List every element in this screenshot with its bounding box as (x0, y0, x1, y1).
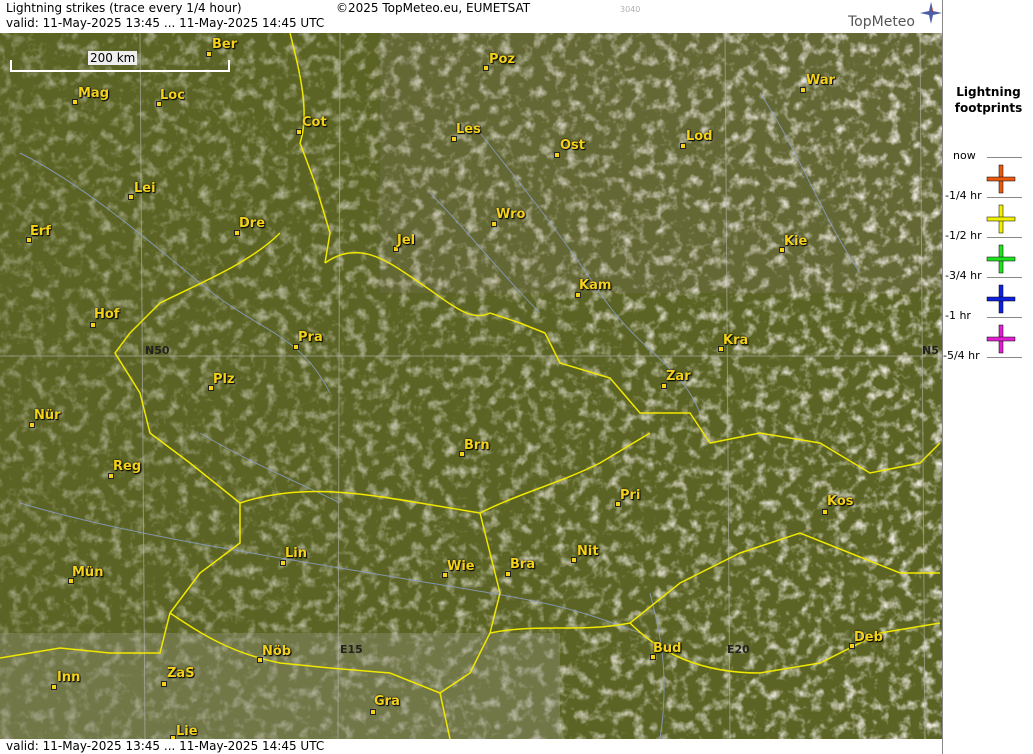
legend-label-three-quarter: -3/4 hr (945, 269, 982, 282)
map-title: Lightning strikes (trace every 1/4 hour) (6, 1, 242, 15)
city-label: Dre (239, 216, 266, 231)
city-marker (90, 322, 96, 328)
legend-panel: Lightning footprints now -1/4 hr -1/2 hr… (942, 0, 1033, 754)
city-marker (161, 681, 167, 687)
city-label: Kam (579, 278, 612, 293)
satellite-map[interactable]: 200 km N50 N5 E15 E20 Ber Poz War Mag Lo… (0, 33, 942, 739)
city-marker (370, 709, 376, 715)
city-label: Pri (620, 488, 641, 503)
legend-divider (987, 157, 1022, 158)
city-label: Nöb (262, 644, 292, 659)
compass-star-icon (920, 2, 942, 24)
grid-label-n5: N5 (922, 344, 939, 357)
valid-time-bottom: valid: 11-May-2025 13:45 ... 11-May-2025… (6, 739, 325, 753)
grid-label-n50: N50 (145, 344, 170, 357)
city-label: Lie (176, 724, 198, 739)
map-background (0, 33, 942, 739)
legend-divider (987, 277, 1022, 278)
city-label: Nit (577, 544, 599, 559)
city-label: ZaS (167, 666, 195, 681)
scale-label: 200 km (88, 51, 138, 65)
cross-yellow-icon (986, 204, 1016, 234)
copyright-text: ©2025 TopMeteo.eu, EUMETSAT (336, 1, 531, 15)
city-label: Brn (464, 438, 490, 453)
cross-green-icon (986, 244, 1016, 274)
grid-label-e15: E15 (340, 643, 363, 656)
city-label: Reg (113, 459, 142, 474)
city-label: Poz (489, 52, 516, 67)
city-label: Kos (827, 494, 854, 509)
city-label: Bud (653, 641, 682, 656)
city-label: Mag (78, 86, 110, 101)
city-label: Erf (30, 224, 51, 239)
legend-label-one-hour: -1 hr (945, 309, 971, 322)
legend-title-line1: Lightning (956, 85, 1021, 99)
city-label: Kie (784, 234, 808, 249)
city-label: Deb (854, 630, 883, 645)
topmeteo-logo[interactable]: TopMeteo (848, 14, 915, 30)
city-label: Inn (57, 670, 81, 685)
grid-label-e20: E20 (727, 643, 750, 656)
legend-label-half: -1/2 hr (945, 229, 982, 242)
legend-title: Lightning footprints (943, 84, 1033, 116)
city-label: Cot (302, 115, 327, 130)
cross-blue-icon (986, 284, 1016, 314)
city-label: Zar (666, 369, 691, 384)
city-label: Wro (496, 207, 526, 222)
legend-label-quarter: -1/4 hr (945, 189, 982, 202)
city-label: Lin (285, 546, 307, 561)
city-label: Hof (94, 307, 120, 322)
legend-label-five-quarter: -5/4 hr (943, 349, 980, 362)
legend-title-line2: footprints (954, 101, 1023, 115)
header-bar: Lightning strikes (trace every 1/4 hour)… (0, 0, 942, 33)
valid-time-top: valid: 11-May-2025 13:45 ... 11-May-2025… (6, 16, 325, 30)
city-label: Lei (134, 181, 156, 196)
city-label: Mün (72, 565, 104, 580)
cross-magenta-icon (986, 324, 1016, 354)
city-label: War (806, 73, 836, 88)
legend-divider (987, 357, 1022, 358)
city-label: Plz (213, 372, 235, 387)
footer-bar: valid: 11-May-2025 13:45 ... 11-May-2025… (0, 739, 942, 754)
city-label: Kra (723, 333, 749, 348)
map-code: 3040 (620, 5, 641, 14)
city-marker (822, 509, 828, 515)
city-label: Les (456, 122, 481, 137)
city-label: Ber (212, 37, 238, 52)
city-label: Wie (447, 559, 475, 574)
city-label: Pra (298, 330, 323, 345)
city-label: Loc (160, 88, 185, 103)
legend-divider (987, 317, 1022, 318)
cross-orange-icon (986, 164, 1016, 194)
city-label: Gra (374, 694, 400, 709)
city-label: Jel (397, 233, 416, 248)
city-label: Lod (686, 129, 713, 144)
legend-label-now: now (953, 149, 976, 162)
city-label: Bra (510, 557, 536, 572)
legend-divider (987, 237, 1022, 238)
city-label: Ost (560, 138, 586, 153)
city-label: Nür (34, 408, 61, 423)
legend-divider (987, 197, 1022, 198)
